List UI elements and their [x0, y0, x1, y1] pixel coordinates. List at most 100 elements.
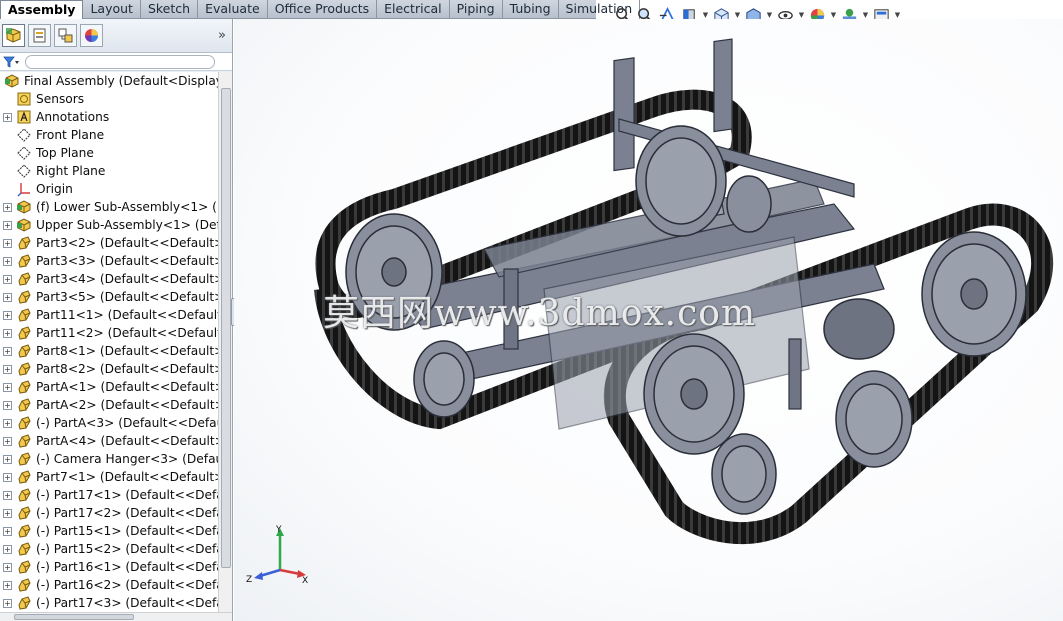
part-icon — [16, 487, 32, 503]
annotations-icon — [16, 109, 32, 125]
origin-icon — [16, 181, 32, 197]
tree-item[interactable]: Sensors — [0, 90, 218, 108]
tree-item[interactable]: + Part11<2> (Default<<Default>_Di — [0, 324, 218, 342]
scroll-thumb[interactable] — [221, 88, 231, 568]
tree-item[interactable]: + Part3<4> (Default<<Default>_Dis — [0, 270, 218, 288]
expand-icon[interactable]: + — [3, 526, 12, 536]
filter-icon[interactable] — [3, 56, 19, 68]
tree-items: Sensors + Annotations Front Plane Top Plane R… — [0, 90, 218, 612]
expand-icon[interactable]: + — [3, 382, 12, 392]
tree-vertical-scrollbar[interactable] — [218, 72, 232, 612]
expand-icon[interactable]: + — [3, 454, 12, 464]
tree-item[interactable]: + Part3<5> (Default<<Default>_Dis — [0, 288, 218, 306]
tree-root[interactable]: Final Assembly (Default<Display Stat — [0, 72, 218, 90]
tab-tubing[interactable]: Tubing — [503, 0, 559, 19]
tree-item-label: (-) Part16<1> (Default<<Default> — [36, 560, 218, 574]
part-icon — [16, 253, 32, 269]
watermark: 莫西网www.3dmox.com — [323, 293, 757, 334]
tree-item[interactable]: + PartA<4> (Default<<Default>_Dis — [0, 432, 218, 450]
expand-icon[interactable]: + — [3, 508, 12, 518]
expand-icon[interactable]: + — [3, 328, 12, 338]
dropdown-arrow-icon[interactable]: ▼ — [798, 11, 805, 19]
part-icon — [16, 379, 32, 395]
expand-icon[interactable]: + — [3, 274, 12, 284]
expand-icon[interactable]: + — [3, 436, 12, 446]
tree-item[interactable]: + Part3<2> (Default<<Default>_Dis — [0, 234, 218, 252]
tree-item[interactable]: + (-) Part16<1> (Default<<Default> — [0, 558, 218, 576]
tab-evaluate[interactable]: Evaluate — [198, 0, 268, 19]
tree-item-label: Upper Sub-Assembly<1> (Default — [36, 218, 218, 232]
part-icon — [16, 577, 32, 593]
filter-input[interactable] — [25, 54, 215, 69]
tree-item[interactable]: + (-) Part17<2> (Default<<Default> — [0, 504, 218, 522]
tree-item-label: Part3<3> (Default<<Default>_Dis — [36, 254, 218, 268]
dropdown-arrow-icon[interactable]: ▼ — [734, 11, 741, 19]
collapse-panel-button[interactable]: » — [218, 28, 226, 43]
tree-item[interactable]: + Upper Sub-Assembly<1> (Default — [0, 216, 218, 234]
tree-item[interactable]: + Part3<3> (Default<<Default>_Dis — [0, 252, 218, 270]
dropdown-arrow-icon[interactable]: ▼ — [830, 11, 837, 19]
expand-icon[interactable]: + — [3, 346, 12, 356]
tab-sketch[interactable]: Sketch — [141, 0, 199, 19]
tab-layout[interactable]: Layout — [83, 0, 141, 19]
expand-icon[interactable]: + — [3, 580, 12, 590]
tree-item-label: Front Plane — [36, 128, 105, 142]
expand-icon[interactable]: + — [3, 400, 12, 410]
dropdown-arrow-icon[interactable]: ▼ — [862, 11, 869, 19]
tree-item[interactable]: + (-) Camera Hanger<3> (Default<< — [0, 450, 218, 468]
tree-item[interactable]: + Annotations — [0, 108, 218, 126]
tab-electrical[interactable]: Electrical — [377, 0, 450, 19]
tree-item-label: (-) Part17<3> (Default<<Default> — [36, 596, 218, 610]
expand-icon[interactable]: + — [3, 418, 12, 428]
graphics-area[interactable]: 莫西网www.3dmox.com Y X Z — [234, 19, 1063, 621]
expand-icon[interactable]: + — [3, 112, 12, 122]
tab-office-products[interactable]: Office Products — [268, 0, 378, 19]
expand-icon[interactable]: + — [3, 472, 12, 482]
tree-item[interactable]: Right Plane — [0, 162, 218, 180]
configurationmanager-tab[interactable] — [54, 24, 77, 47]
tree-item[interactable]: + Part8<2> (Default<<Default>_Dis — [0, 360, 218, 378]
tree-item-label: Part11<2> (Default<<Default>_Di — [36, 326, 218, 340]
tree-item[interactable]: + (-) Part17<3> (Default<<Default> — [0, 594, 218, 612]
expand-icon[interactable]: + — [3, 310, 12, 320]
expand-icon[interactable]: + — [3, 238, 12, 248]
tree-item[interactable]: + (-) Part16<2> (Default<<Default> — [0, 576, 218, 594]
dropdown-arrow-icon[interactable]: ▼ — [702, 11, 709, 19]
subassembly-icon — [16, 217, 32, 233]
tree-item[interactable]: + PartA<2> (Default<<Default>_Dis — [0, 396, 218, 414]
dropdown-arrow-icon[interactable]: ▼ — [894, 11, 901, 19]
tree-item-label: Part3<4> (Default<<Default>_Dis — [36, 272, 218, 286]
expand-icon[interactable]: + — [3, 256, 12, 266]
tree-item[interactable]: + PartA<1> (Default<<Default>_Dis — [0, 378, 218, 396]
expand-icon[interactable]: + — [3, 292, 12, 302]
expand-icon[interactable]: + — [3, 598, 12, 608]
tree-item[interactable]: + (f) Lower Sub-Assembly<1> (Defa — [0, 198, 218, 216]
tree-item[interactable]: + (-) Part15<2> (Default<<Default> — [0, 540, 218, 558]
tree-item[interactable]: Origin — [0, 180, 218, 198]
expand-icon[interactable]: + — [3, 220, 12, 230]
tab-piping[interactable]: Piping — [450, 0, 503, 19]
expand-icon[interactable]: + — [3, 490, 12, 500]
featuremanager-tab[interactable] — [2, 24, 25, 47]
hscroll-thumb[interactable] — [14, 614, 134, 620]
command-manager-tabs: Assembly Layout Sketch Evaluate Office Produ… — [0, 0, 641, 20]
expand-icon[interactable]: + — [3, 364, 12, 374]
tab-assembly[interactable]: Assembly — [0, 0, 84, 20]
tree-item[interactable]: Top Plane — [0, 144, 218, 162]
tree-item[interactable]: + Part7<1> (Default<<Default>_Dis — [0, 468, 218, 486]
tree-item[interactable]: + (-) PartA<3> (Default<<Default>_ — [0, 414, 218, 432]
reference-triad: Y X Z — [246, 525, 308, 586]
expand-icon[interactable]: + — [3, 562, 12, 572]
expand-icon[interactable]: + — [3, 544, 12, 554]
displaymanager-tab[interactable] — [80, 24, 103, 47]
propertymanager-tab[interactable] — [28, 24, 51, 47]
tree-item[interactable]: + (-) Part15<1> (Default<<Default> — [0, 522, 218, 540]
tree-item[interactable]: + Part11<1> (Default<<Default>_Di — [0, 306, 218, 324]
dropdown-arrow-icon[interactable]: ▼ — [766, 11, 773, 19]
tree-item[interactable]: + (-) Part17<1> (Default<<Default> — [0, 486, 218, 504]
tree-item[interactable]: + Part8<1> (Default<<Default>_Dis — [0, 342, 218, 360]
assembly-icon — [4, 73, 20, 89]
tree-item[interactable]: Front Plane — [0, 126, 218, 144]
tree-horizontal-scrollbar[interactable] — [0, 612, 232, 621]
expand-icon[interactable]: + — [3, 202, 12, 212]
